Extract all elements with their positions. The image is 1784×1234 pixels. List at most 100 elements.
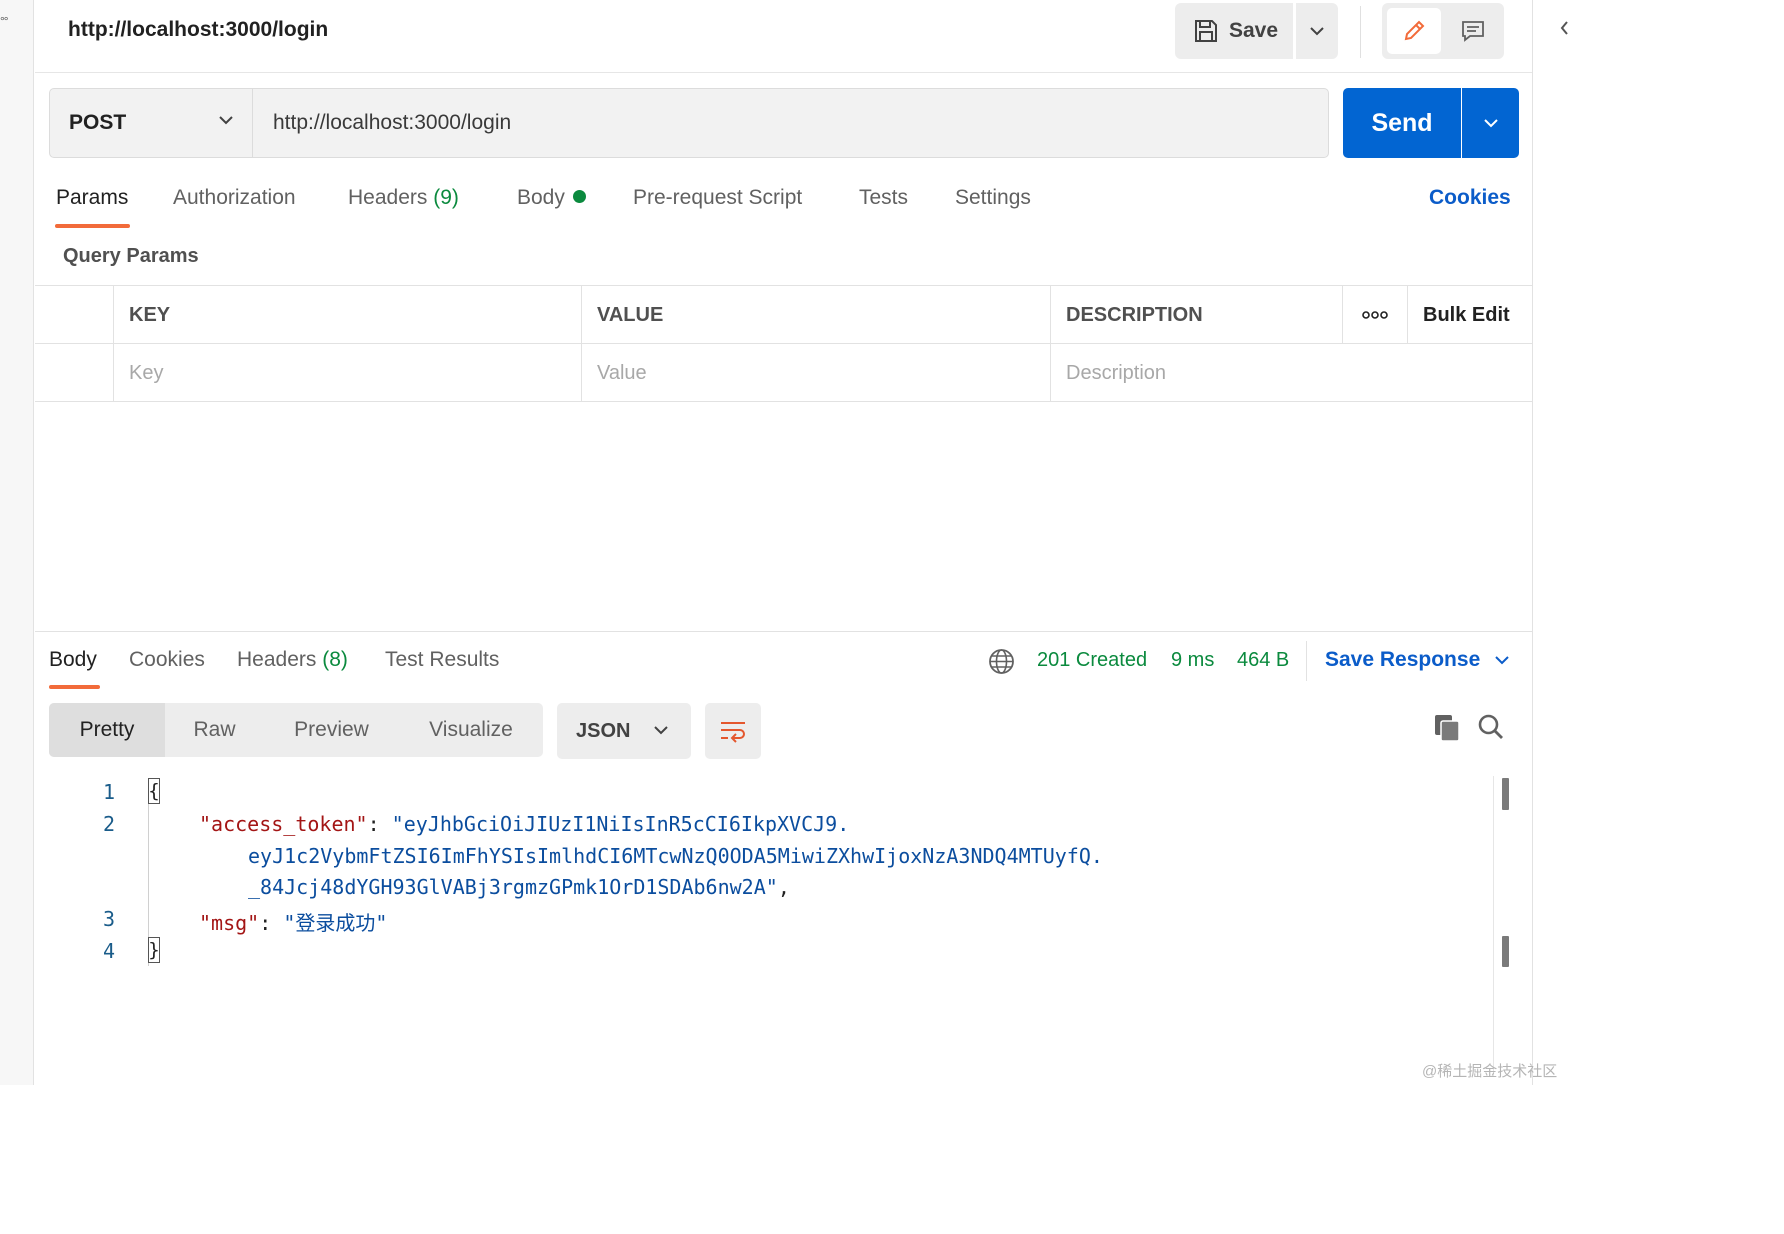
- code-line: eyJ1c2VybmFtZSI6ImFhYSIsImlhdCI6MTcwNzQ0…: [248, 844, 1103, 868]
- tab-authorization[interactable]: Authorization: [173, 186, 296, 210]
- postman-window: °° http://localhost:3000/login Save POST…: [0, 0, 1568, 1085]
- response-tab-test-results[interactable]: Test Results: [385, 648, 499, 672]
- chevron-down-icon: [1495, 656, 1509, 665]
- tab-tests[interactable]: Tests: [859, 186, 908, 210]
- request-header: http://localhost:3000/login Save: [35, 0, 1532, 73]
- column-options-button[interactable]: [1342, 286, 1407, 344]
- value-column-header: VALUE: [581, 286, 1050, 344]
- tab-params[interactable]: Params: [56, 186, 128, 210]
- value-input[interactable]: Value: [581, 344, 1050, 402]
- body-indicator-dot: [572, 190, 586, 203]
- more-icon[interactable]: °°: [0, 14, 9, 28]
- view-raw[interactable]: Raw: [165, 703, 264, 757]
- chevron-down-icon: [219, 116, 233, 125]
- response-divider[interactable]: [35, 631, 1532, 632]
- line-number: 1: [102, 780, 115, 804]
- table-row: Key Value Description: [35, 344, 1532, 402]
- response-view-switcher: Pretty Raw Preview Visualize: [49, 703, 543, 757]
- code-line: "msg": "登录成功": [199, 907, 387, 936]
- globe-icon[interactable]: [988, 648, 1015, 675]
- chevron-left-icon[interactable]: [1559, 20, 1569, 36]
- url-input[interactable]: [254, 89, 1328, 157]
- tab-settings[interactable]: Settings: [955, 186, 1031, 210]
- comment-mode-button[interactable]: [1446, 8, 1500, 54]
- response-size[interactable]: 464 B: [1237, 649, 1289, 672]
- json-string: "登录成功": [283, 911, 388, 935]
- mode-switcher: [1382, 3, 1504, 59]
- query-params-title: Query Params: [63, 245, 199, 267]
- json-string: "eyJhbGciOiJIUzI1NiIsInR5cCI6IkpXVCJ9.: [391, 812, 850, 836]
- response-tab-cookies[interactable]: Cookies: [129, 648, 205, 672]
- more-horizontal-icon: [1362, 311, 1388, 319]
- code-scroll-track[interactable]: [1493, 776, 1494, 1076]
- watermark: @稀土掘金技术社区: [1422, 1063, 1558, 1080]
- view-visualize[interactable]: Visualize: [399, 703, 543, 757]
- json-comma: ,: [777, 875, 790, 899]
- floppy-disk-icon: [1195, 20, 1217, 42]
- response-tab-headers[interactable]: Headers (8): [237, 648, 348, 672]
- save-button[interactable]: Save: [1175, 3, 1293, 59]
- query-params-table: KEY VALUE DESCRIPTION Bulk Edit Key Valu…: [35, 285, 1532, 402]
- request-url-bar: POST: [49, 88, 1329, 158]
- code-line: _84Jcj48dYGH93GlVABj3rgmzGPmk1OrD1SDAb6n…: [248, 875, 790, 899]
- format-label: JSON: [576, 719, 631, 742]
- copy-icon[interactable]: [1433, 713, 1461, 743]
- json-colon: :: [259, 911, 284, 935]
- response-tab-body[interactable]: Body: [49, 648, 97, 672]
- wrap-lines-button[interactable]: [705, 703, 761, 759]
- request-panel: http://localhost:3000/login Save POST ht…: [35, 0, 1532, 1085]
- json-key: "msg": [199, 911, 260, 935]
- active-response-tab-indicator: [49, 685, 100, 689]
- save-options-button[interactable]: [1296, 3, 1338, 59]
- response-headers-label: Headers: [237, 648, 317, 671]
- chevron-down-icon: [654, 726, 668, 735]
- row-checkbox-cell: [35, 344, 113, 402]
- left-sidebar-strip: °°: [0, 0, 34, 1085]
- method-label: POST: [69, 111, 127, 134]
- view-preview[interactable]: Preview: [264, 703, 399, 757]
- pencil-icon: [1404, 20, 1425, 41]
- chevron-down-icon: [1310, 27, 1324, 36]
- tab-headers[interactable]: Headers (9): [348, 186, 459, 210]
- header-divider: [1360, 6, 1361, 58]
- meta-divider: [1306, 641, 1307, 681]
- bulk-edit-button[interactable]: Bulk Edit: [1407, 286, 1532, 344]
- view-pretty[interactable]: Pretty: [49, 703, 165, 757]
- json-key: "access_token": [199, 812, 368, 836]
- edit-mode-button[interactable]: [1387, 8, 1441, 54]
- json-string: _84Jcj48dYGH93GlVABj3rgmzGPmk1OrD1SDAb6n…: [248, 875, 778, 899]
- status-code[interactable]: 201 Created: [1037, 649, 1147, 672]
- method-select[interactable]: POST: [50, 89, 253, 157]
- tab-pre-request-script[interactable]: Pre-request Script: [633, 186, 802, 210]
- wrap-lines-icon: [721, 722, 745, 743]
- json-string: eyJ1c2VybmFtZSI6ImFhYSIsImlhdCI6MTcwNzQ0…: [248, 844, 1103, 868]
- chevron-down-icon: [1483, 119, 1498, 128]
- cookies-link[interactable]: Cookies: [1429, 186, 1511, 210]
- line-number: 2: [102, 812, 115, 836]
- format-select[interactable]: JSON: [557, 703, 691, 759]
- key-input[interactable]: Key: [113, 344, 581, 402]
- checkbox-column-header: [35, 286, 113, 344]
- scroll-marker[interactable]: [1502, 936, 1509, 967]
- open-brace: {: [148, 778, 160, 804]
- send-options-button[interactable]: [1462, 88, 1519, 158]
- save-response-button[interactable]: Save Response: [1325, 648, 1510, 672]
- search-icon[interactable]: [1477, 713, 1505, 741]
- tab-body-label: Body: [517, 186, 565, 209]
- save-response-label: Save Response: [1325, 648, 1481, 671]
- description-column-header: DESCRIPTION: [1050, 286, 1342, 344]
- line-number: 3: [102, 907, 115, 931]
- request-title[interactable]: http://localhost:3000/login: [68, 18, 328, 42]
- scroll-marker[interactable]: [1502, 778, 1509, 810]
- response-headers-count: (8): [322, 648, 348, 671]
- description-input[interactable]: Description: [1050, 344, 1532, 402]
- save-label: Save: [1229, 19, 1279, 42]
- send-button[interactable]: Send: [1343, 88, 1461, 158]
- table-header-row: KEY VALUE DESCRIPTION Bulk Edit: [35, 286, 1532, 344]
- tab-body[interactable]: Body: [517, 186, 586, 210]
- response-time[interactable]: 9 ms: [1171, 649, 1214, 672]
- line-number: 4: [102, 939, 115, 963]
- code-line: "access_token": "eyJhbGciOiJIUzI1NiIsInR…: [199, 812, 849, 836]
- response-body-code[interactable]: 1 2 3 4 { } "access_token": "eyJhbGciOiJ…: [35, 776, 1509, 1076]
- right-sidebar-strip: [1532, 0, 1568, 1085]
